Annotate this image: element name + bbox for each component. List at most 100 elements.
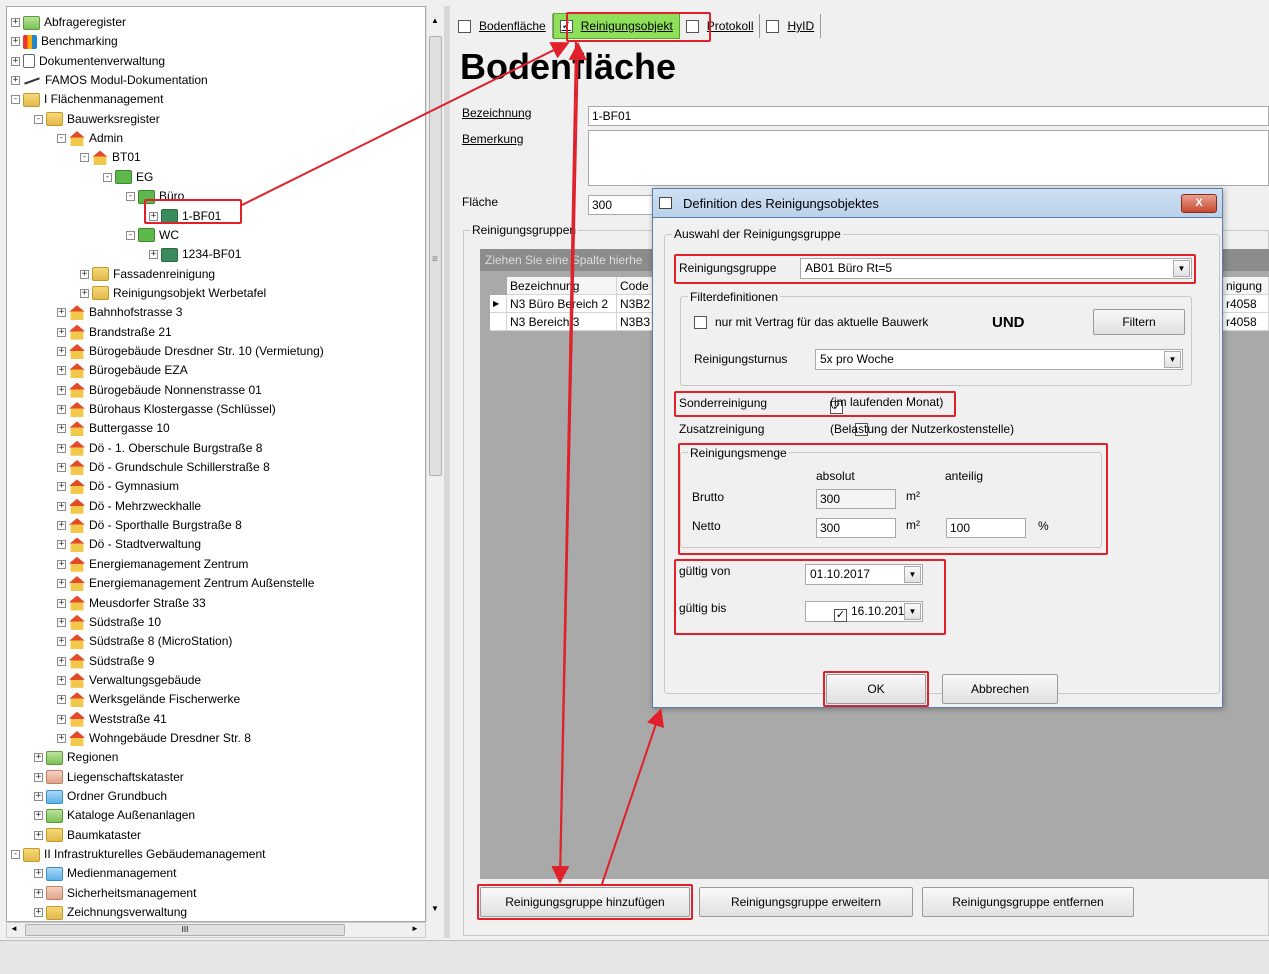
tree-node[interactable]: + Kataloge Außenanlagen — [34, 806, 195, 825]
splitter[interactable] — [444, 6, 450, 938]
tree-node[interactable]: + Dokumentenverwaltung — [11, 52, 165, 71]
tree-node[interactable]: + Baumkataster — [34, 826, 141, 845]
netto-field[interactable]: 300 — [816, 518, 896, 538]
gueltig-bis-checkbox[interactable]: ✓ — [834, 609, 847, 622]
tree-node[interactable]: - Admin — [57, 129, 123, 148]
tree-node[interactable]: + Verwaltungsgebäude — [57, 671, 201, 690]
scroll-down-icon[interactable]: ▼ — [431, 904, 439, 913]
expand-toggle-icon[interactable]: + — [57, 521, 66, 531]
expand-toggle-icon[interactable]: - — [11, 850, 20, 860]
tree-node[interactable]: + Bürogebäude EZA — [57, 361, 188, 380]
tree-node[interactable]: + Weststraße 41 — [57, 710, 167, 729]
expand-toggle-icon[interactable]: + — [57, 501, 66, 511]
tree-node[interactable]: + FAMOS Modul-Dokumentation — [11, 71, 208, 90]
tree-node[interactable]: + Dö - 1. Oberschule Burgstraße 8 — [57, 439, 262, 458]
tab-checkbox[interactable] — [685, 19, 699, 33]
tree-node[interactable]: + Meusdorfer Straße 33 — [57, 594, 206, 613]
tree-node[interactable]: + Energiemanagement Zentrum — [57, 555, 248, 574]
tree-node[interactable]: + Südstraße 8 (MicroStation) — [57, 632, 232, 651]
navigation-tree[interactable]: + Abfrageregister + Benchmarking + Dokumenten… — [6, 6, 426, 922]
tree-node[interactable]: +1-BF01 — [149, 207, 221, 226]
tree-node[interactable]: - BT01 — [80, 148, 141, 167]
expand-toggle-icon[interactable]: + — [34, 830, 43, 840]
expand-toggle-icon[interactable]: + — [34, 772, 43, 782]
remove-reinigungsgruppe-button[interactable]: Reinigungsgruppe entfernen — [922, 887, 1134, 917]
expand-toggle-icon[interactable]: + — [11, 56, 20, 66]
tree-node[interactable]: - II Infrastrukturelles Gebäudemanagement — [11, 845, 265, 864]
tree-node[interactable]: - I Flächenmanagement — [11, 90, 163, 109]
tree-node[interactable]: + Sicherheitsmanagement — [34, 884, 196, 903]
tree-node[interactable]: + Brandstraße 21 — [57, 323, 172, 342]
tab-checkbox-checked[interactable]: ✓ — [559, 19, 573, 33]
expand-toggle-icon[interactable]: - — [126, 192, 135, 202]
expand-toggle-icon[interactable]: + — [80, 269, 89, 279]
tab-protokoll[interactable]: Protokoll — [680, 14, 761, 38]
tab-hyid[interactable]: HyID — [760, 14, 822, 38]
column-header-reinigung[interactable]: nigung — [1223, 277, 1269, 295]
column-header-code[interactable]: Code — [617, 277, 653, 295]
expand-toggle-icon[interactable]: + — [34, 811, 43, 821]
cancel-button[interactable]: Abbrechen — [942, 674, 1058, 704]
tree-node[interactable]: + Dö - Mehrzweckhalle — [57, 497, 201, 516]
expand-toggle-icon[interactable]: + — [57, 463, 66, 473]
expand-toggle-icon[interactable]: + — [57, 482, 66, 492]
scroll-up-icon[interactable]: ▲ — [431, 16, 439, 25]
column-header-bezeichnung[interactable]: Bezeichnung — [507, 277, 617, 295]
tree-node[interactable]: + Bürohaus Klostergasse (Schlüssel) — [57, 400, 276, 419]
tree-node[interactable]: + Benchmarking — [11, 32, 118, 51]
tree-node[interactable]: + Regionen — [34, 748, 118, 767]
tree-node[interactable]: + Dö - Sporthalle Burgstraße 8 — [57, 516, 242, 535]
tab-reinigungsobjekt[interactable]: ✓ Reinigungsobjekt — [552, 13, 680, 39]
expand-toggle-icon[interactable]: + — [149, 250, 158, 260]
expand-toggle-icon[interactable]: + — [149, 211, 158, 221]
expand-toggle-icon[interactable]: + — [57, 656, 66, 666]
tree-node[interactable]: + Reinigungsobjekt Werbetafel — [80, 284, 266, 303]
extend-reinigungsgruppe-button[interactable]: Reinigungsgruppe erweitern — [699, 887, 913, 917]
tab-bodenflaeche[interactable]: Bodenfläche — [452, 14, 553, 38]
tree-node[interactable]: + Südstraße 9 — [57, 652, 154, 671]
expand-toggle-icon[interactable]: + — [11, 37, 20, 47]
ok-button[interactable]: OK — [826, 674, 926, 704]
scroll-right-icon[interactable]: ► — [411, 924, 419, 933]
expand-toggle-icon[interactable]: + — [80, 288, 89, 298]
tree-node[interactable]: +1234-BF01 — [149, 245, 241, 264]
expand-toggle-icon[interactable]: + — [57, 540, 66, 550]
tree-node[interactable]: + Südstraße 10 — [57, 613, 161, 632]
expand-toggle-icon[interactable]: + — [34, 869, 43, 879]
expand-toggle-icon[interactable]: + — [57, 617, 66, 627]
gueltig-bis-picker[interactable]: ✓ 16.10.2017 ▼ — [805, 601, 923, 622]
tree-node[interactable]: + Ordner Grundbuch — [34, 787, 167, 806]
chevron-down-icon[interactable]: ▼ — [1173, 260, 1190, 277]
tree-vertical-scrollbar[interactable]: ▲ ≡ ▼ — [426, 6, 444, 922]
tree-node[interactable]: - WC — [126, 226, 179, 245]
expand-toggle-icon[interactable]: + — [57, 308, 66, 318]
bezeichnung-field[interactable]: 1-BF01 — [588, 106, 1269, 126]
h-scroll-thumb[interactable]: III — [25, 924, 345, 936]
reinigungsgruppe-select[interactable]: AB01 Büro Rt=5 ▼ — [800, 258, 1192, 279]
tree-node[interactable]: + Liegenschaftskataster — [34, 768, 184, 787]
scroll-left-icon[interactable]: ◄ — [10, 924, 18, 933]
expand-toggle-icon[interactable]: + — [34, 908, 43, 918]
tab-checkbox[interactable] — [766, 19, 780, 33]
gueltig-von-picker[interactable]: 01.10.2017 ▼ — [805, 564, 923, 585]
expand-toggle-icon[interactable]: + — [57, 733, 66, 743]
table-row-bezeichnung[interactable]: N3 Bereich 3 — [507, 313, 617, 331]
add-reinigungsgruppe-button[interactable]: Reinigungsgruppe hinzufügen — [480, 887, 690, 917]
expand-toggle-icon[interactable]: + — [57, 637, 66, 647]
turnus-select[interactable]: 5x pro Woche ▼ — [815, 349, 1183, 370]
chevron-down-icon[interactable]: ▼ — [1164, 351, 1181, 368]
tree-node[interactable]: + Werksgelände Fischerwerke — [57, 690, 240, 709]
expand-toggle-icon[interactable]: + — [57, 405, 66, 414]
tree-node[interactable]: + Fassadenreinigung — [80, 265, 215, 284]
tree-node[interactable]: - Büro — [126, 187, 184, 206]
bemerkung-field[interactable] — [588, 130, 1269, 186]
tree-node[interactable]: + Zeichnungsverwaltung — [34, 903, 187, 921]
table-row-code[interactable]: N3B3 — [617, 313, 653, 331]
tree-node[interactable]: + Bahnhofstrasse 3 — [57, 303, 182, 322]
close-icon[interactable]: X — [1181, 194, 1217, 213]
expand-toggle-icon[interactable]: + — [57, 559, 66, 569]
expand-toggle-icon[interactable]: + — [34, 792, 43, 801]
tab-checkbox[interactable] — [458, 19, 471, 33]
tree-horizontal-scrollbar[interactable]: ◄ III ► — [6, 922, 426, 938]
expand-toggle-icon[interactable]: + — [34, 888, 43, 898]
